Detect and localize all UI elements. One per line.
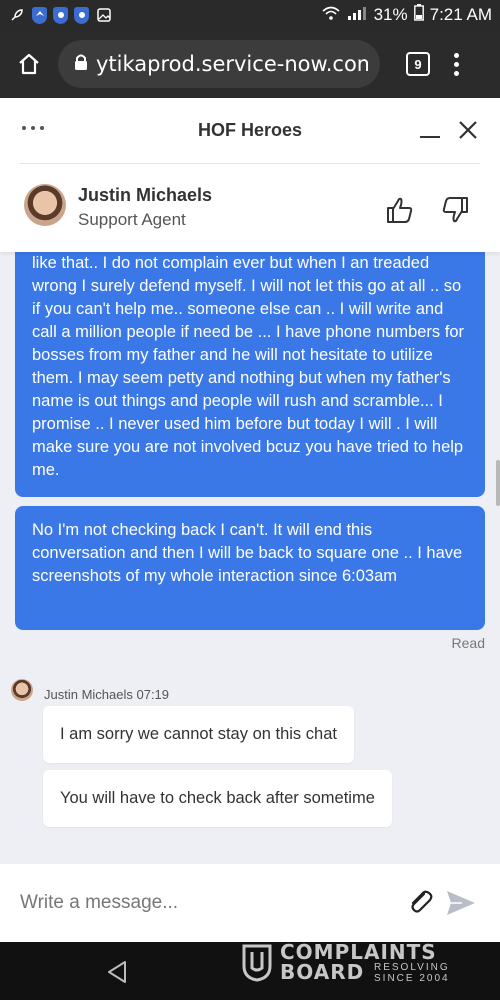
watermark-tagline-1: RESOLVING <box>374 962 450 973</box>
shield-app-icon-1 <box>32 6 47 24</box>
agent-name: Justin Michaels <box>78 185 213 205</box>
watermark-line2: BOARD <box>280 960 365 984</box>
message-list[interactable]: like that.. I do not complain ever but w… <box>0 252 500 864</box>
chat-title: HOF Heroes <box>197 120 303 140</box>
user-message: No I'm not checking back I can't. It wil… <box>15 506 485 630</box>
tabs-button[interactable]: 9 <box>406 52 430 76</box>
browser-toolbar: ytikaprod.service-now.com 9 <box>0 30 500 98</box>
watermark-tagline-2: SINCE 2004 <box>374 973 450 984</box>
attachment-icon[interactable] <box>406 888 434 921</box>
home-button[interactable] <box>0 30 58 98</box>
agent-message: I am sorry we cannot stay on this chat <box>43 706 354 763</box>
back-nav-icon[interactable] <box>106 960 128 989</box>
chat-header: HOF Heroes Justin Michaels Support Agent <box>0 98 500 252</box>
scrollbar-thumb[interactable] <box>496 460 500 506</box>
rocket-icon <box>8 6 26 24</box>
clock: 7:21 AM <box>429 5 492 24</box>
agent-mini-avatar <box>11 679 33 701</box>
message-input[interactable] <box>20 888 380 918</box>
battery-icon <box>413 4 424 26</box>
system-nav-bar: COMPLAINTS BOARD RESOLVING SINCE 2004 <box>0 940 500 1000</box>
home-icon <box>19 53 39 75</box>
shield-app-icon-2 <box>53 6 68 24</box>
agent-message: You will have to check back after someti… <box>43 770 392 827</box>
user-message: like that.. I do not complain ever but w… <box>15 252 485 497</box>
close-icon[interactable] <box>458 120 478 140</box>
agent-role: Support Agent <box>78 210 186 229</box>
signal-icon <box>346 5 368 25</box>
status-bar: 31% 7:21 AM <box>0 0 500 30</box>
wifi-icon <box>322 5 340 25</box>
shield-app-icon-3 <box>74 6 89 24</box>
thumbs-down-icon[interactable] <box>441 196 469 229</box>
minimize-icon[interactable] <box>420 136 440 138</box>
address-bar[interactable]: ytikaprod.service-now.com <box>58 40 380 88</box>
read-receipt: Read <box>451 635 485 651</box>
agent-message-meta: Justin Michaels 07:19 <box>44 687 170 702</box>
battery-percent: 31% <box>373 5 408 24</box>
url-text: ytikaprod.service-now.com <box>96 52 368 76</box>
message-composer <box>0 864 500 942</box>
watermark-logo <box>242 944 272 982</box>
lock-icon <box>74 53 88 76</box>
agent-avatar <box>24 184 66 226</box>
thumbs-up-icon[interactable] <box>386 196 414 229</box>
send-icon[interactable] <box>446 890 476 921</box>
browser-menu-button[interactable] <box>454 52 459 76</box>
image-icon <box>95 6 113 24</box>
